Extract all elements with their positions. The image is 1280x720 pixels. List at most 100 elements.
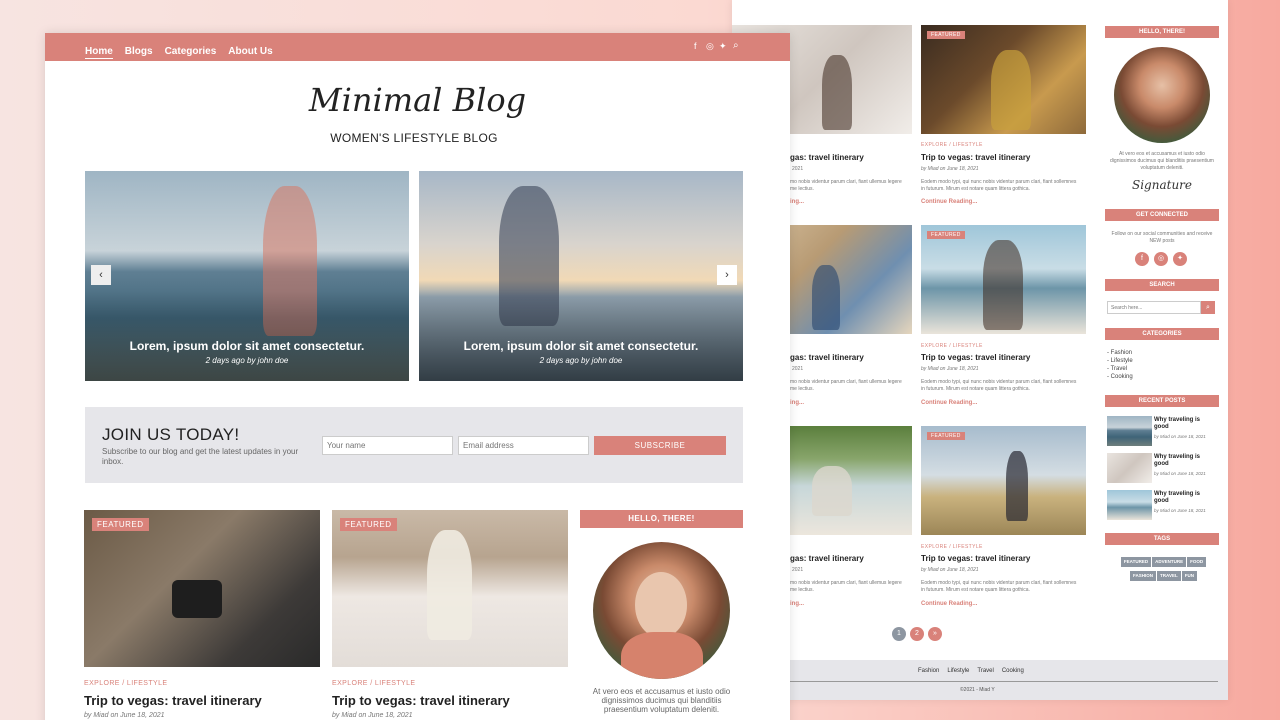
instagram-icon[interactable]: ◎ xyxy=(1154,252,1168,266)
categories-heading: CATEGORIES xyxy=(1105,328,1219,340)
post-title[interactable]: gas: travel itinerary xyxy=(790,554,864,563)
post-title[interactable]: Trip to vegas: travel itinerary xyxy=(921,153,1030,162)
post-excerpt: mo nobis videntur parum clari, fiant ull… xyxy=(790,379,902,392)
post-meta: by Miad on June 18, 2021 xyxy=(921,166,979,172)
subscribe-button[interactable]: SUBSCRIBE xyxy=(594,436,726,455)
nav-blogs[interactable]: Blogs xyxy=(125,46,153,57)
footer-link[interactable]: Fashion xyxy=(918,668,939,674)
tag-item[interactable]: ADVENTURE xyxy=(1152,557,1187,567)
recent-post-thumb[interactable] xyxy=(1107,490,1152,520)
recent-post-title[interactable]: Why traveling is good xyxy=(1154,491,1212,505)
read-more-link[interactable]: ing... xyxy=(790,400,804,406)
signature: Signature xyxy=(1132,178,1193,192)
slide-caption[interactable]: Lorem, ipsum dolor sit amet consectetur. xyxy=(419,339,743,353)
category-item[interactable]: - Travel xyxy=(1107,365,1133,373)
search-heading: SEARCH xyxy=(1105,279,1219,291)
post-title[interactable]: gas: travel itinerary xyxy=(790,353,864,362)
name-input[interactable] xyxy=(322,436,453,455)
category-item[interactable]: - Cooking xyxy=(1107,373,1133,381)
slide-caption[interactable]: Lorem, ipsum dolor sit amet consectetur. xyxy=(85,339,409,353)
recent-post-title[interactable]: Why traveling is good xyxy=(1154,454,1212,468)
site-logo[interactable]: Minimal Blog xyxy=(45,81,790,119)
post-title[interactable]: Trip to vegas: travel itinerary xyxy=(921,554,1030,563)
recent-post-thumb[interactable] xyxy=(1107,453,1152,483)
twitter-icon[interactable]: ✦ xyxy=(719,41,727,52)
author-about: At vero eos et accusamus et iusto odio d… xyxy=(1110,151,1214,171)
post-category[interactable]: EXPLORE / LIFESTYLE xyxy=(921,142,983,148)
post-excerpt: Eodem modo typi, qui nunc nobis videntur… xyxy=(921,179,1077,192)
footer-link[interactable]: Travel xyxy=(977,668,993,674)
slide-meta: 2 days ago by john doe xyxy=(539,356,623,365)
slide-image[interactable]: Lorem, ipsum dolor sit amet consectetur.… xyxy=(85,171,409,381)
post-category[interactable]: EXPLORE / LIFESTYLE xyxy=(332,680,415,687)
post-title[interactable]: gas: travel itinerary xyxy=(790,153,864,162)
tag-item[interactable]: TRAVEL xyxy=(1157,571,1181,581)
instagram-icon[interactable]: ◎ xyxy=(706,41,714,52)
post-title[interactable]: Trip to vegas: travel itinerary xyxy=(84,693,262,708)
nav-about[interactable]: About Us xyxy=(228,46,272,57)
post-title[interactable]: Trip to vegas: travel itinerary xyxy=(921,353,1030,362)
post-meta: by Miad on June 18, 2021 xyxy=(332,712,413,719)
recent-post-thumb[interactable] xyxy=(1107,416,1152,446)
read-more-link[interactable]: Continue Reading... xyxy=(921,601,977,607)
slider-next-button[interactable]: › xyxy=(717,265,737,285)
sidebar-search-input[interactable] xyxy=(1107,301,1201,314)
left-page: Home Blogs Categories About Us f ◎ ✦ ⌕ Mini… xyxy=(45,33,790,720)
join-title: JOIN US TODAY! xyxy=(102,425,240,444)
copyright: ©2021 - Miad Y xyxy=(960,687,995,693)
post-image[interactable]: FEATURED xyxy=(84,510,320,667)
site-tagline: WOMEN'S LIFESTYLE BLOG xyxy=(330,131,498,145)
nav-home[interactable]: Home xyxy=(85,46,113,59)
read-more-link[interactable]: Continue Reading... xyxy=(921,400,977,406)
author-about: At vero eos et accusamus et iusto odio d… xyxy=(592,687,731,714)
featured-badge: FEATURED xyxy=(927,231,965,239)
post-image[interactable]: FEATURED xyxy=(921,225,1086,334)
search-icon: ⌕ xyxy=(1206,304,1210,311)
recent-post-meta: by Miad on June 18, 2021 xyxy=(1154,508,1206,513)
tags-heading: TAGS xyxy=(1105,533,1219,545)
read-more-link[interactable]: ing... xyxy=(790,199,804,205)
email-input[interactable] xyxy=(458,436,589,455)
nav-links: Home Blogs Categories About Us xyxy=(85,41,285,59)
nav-categories[interactable]: Categories xyxy=(165,46,217,57)
tag-item[interactable]: FUN xyxy=(1181,571,1197,581)
featured-badge: FEATURED xyxy=(927,432,965,440)
post-excerpt: mo nobis videntur parum clari, fiant ull… xyxy=(790,179,902,192)
facebook-icon[interactable]: f xyxy=(694,41,697,51)
author-avatar xyxy=(1114,47,1210,143)
post-excerpt: mo nobis videntur parum clari, fiant ull… xyxy=(790,580,902,593)
read-more-link[interactable]: ing... xyxy=(790,601,804,607)
post-meta: 2021 xyxy=(792,166,804,172)
read-more-link[interactable]: Continue Reading... xyxy=(921,199,977,205)
post-image[interactable]: FEATURED xyxy=(921,426,1086,535)
slide-image[interactable]: Lorem, ipsum dolor sit amet consectetur.… xyxy=(419,171,743,381)
slider-prev-button[interactable]: ‹ xyxy=(91,265,111,285)
recent-post-title[interactable]: Why traveling is good xyxy=(1154,417,1212,431)
facebook-icon[interactable]: f xyxy=(1135,252,1149,266)
category-item[interactable]: - Fashion xyxy=(1107,349,1133,357)
chevron-right-icon: › xyxy=(725,269,729,281)
footer-link[interactable]: Cooking xyxy=(1002,668,1024,674)
page-1-button[interactable]: 1 xyxy=(892,627,906,641)
search-icon[interactable]: ⌕ xyxy=(733,40,739,51)
post-category[interactable]: EXPLORE / LIFESTYLE xyxy=(921,343,983,349)
tag-item[interactable]: FEATURED xyxy=(1120,557,1152,567)
category-item[interactable]: - Lifestyle xyxy=(1107,357,1133,365)
next-page-button[interactable]: » xyxy=(928,627,942,641)
page-2-button[interactable]: 2 xyxy=(910,627,924,641)
post-title[interactable]: Trip to vegas: travel itinerary xyxy=(332,693,510,708)
twitter-icon[interactable]: ✦ xyxy=(1173,252,1187,266)
tag-item[interactable]: FOOD xyxy=(1187,557,1207,567)
tag-item[interactable]: FASHION xyxy=(1130,571,1157,581)
footer-link[interactable]: Lifestyle xyxy=(947,668,969,674)
recent-posts-heading: RECENT POSTS xyxy=(1105,395,1219,407)
post-image[interactable]: FEATURED xyxy=(921,25,1086,134)
search-button[interactable]: ⌕ xyxy=(1201,301,1215,314)
recent-post-meta: by Miad on June 18, 2021 xyxy=(1154,471,1206,476)
post-image[interactable]: FEATURED xyxy=(332,510,568,667)
navbar: Home Blogs Categories About Us f ◎ ✦ ⌕ xyxy=(45,33,790,61)
post-category[interactable]: EXPLORE / LIFESTYLE xyxy=(921,544,983,550)
post-meta: by Miad on June 18, 2021 xyxy=(84,712,165,719)
chevron-left-icon: ‹ xyxy=(99,269,103,281)
post-category[interactable]: EXPLORE / LIFESTYLE xyxy=(84,680,167,687)
